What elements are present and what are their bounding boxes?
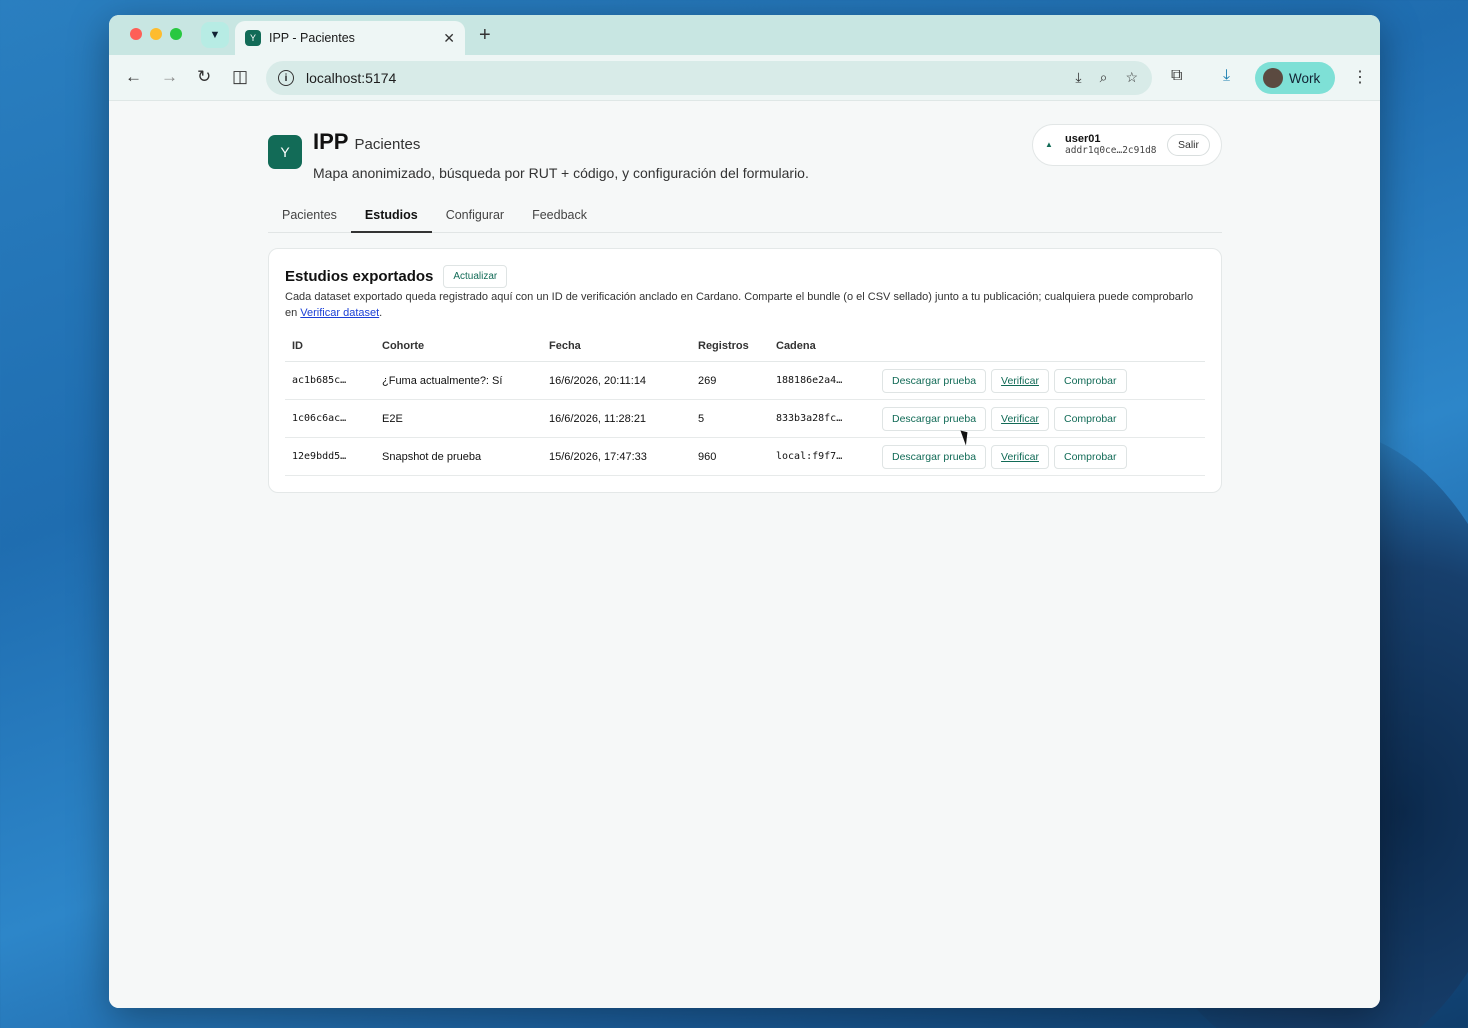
window-controls [130, 28, 182, 40]
tab-feedback[interactable]: Feedback [518, 205, 601, 233]
check-button[interactable]: Comprobar [1053, 368, 1127, 393]
cell-id: 12e9bdd5… [285, 437, 375, 476]
studies-table: ID Cohorte Fecha Registros Cadena ac1b68… [285, 335, 1205, 476]
cell-id: ac1b685c… [285, 361, 375, 400]
app-logo-icon: Y [268, 135, 302, 169]
tab-configurar[interactable]: Configurar [432, 205, 518, 233]
cell-actions: Descargar prueba Verificar Comprobar [875, 437, 1205, 476]
cell-chain: 188186e2a4… [769, 361, 875, 400]
cell-records: 269 [691, 361, 769, 400]
verify-dataset-link[interactable]: Verificar dataset [300, 307, 379, 319]
download-proof-button[interactable]: Descargar prueba [882, 406, 987, 431]
address-bar[interactable]: i localhost:5174 ⤓ ⌕ ☆ [266, 61, 1152, 95]
download-proof-button[interactable]: Descargar prueba [882, 444, 987, 469]
user-address: addr1q0ce…2c91d8 [1065, 145, 1157, 156]
user-info: user01 addr1q0ce…2c91d8 [1065, 133, 1167, 157]
tab-estudios[interactable]: Estudios [350, 205, 432, 233]
url-text[interactable]: localhost:5174 [306, 70, 396, 86]
brand: IPP Pacientes [313, 129, 420, 155]
profile-chip[interactable]: Work [1255, 62, 1335, 94]
tab-title: IPP - Pacientes [269, 31, 355, 45]
forward-arrow-icon[interactable]: → [161, 67, 178, 87]
user-name: user01 [1065, 133, 1101, 145]
site-favicon-icon: Y [245, 30, 261, 46]
main-tabs: Pacientes Estudios Configurar Feedback [268, 205, 1222, 233]
maximize-window-button[interactable] [170, 28, 182, 40]
zoom-icon[interactable]: ⌕ [1100, 69, 1108, 86]
downloads-icon[interactable]: ⤓ [1223, 67, 1230, 85]
column-header-date: Fecha [542, 335, 691, 362]
logout-button[interactable]: Salir [1166, 134, 1210, 156]
column-header-records: Registros [691, 335, 769, 362]
column-header-id: ID [285, 335, 375, 362]
cell-cohort: Snapshot de prueba [375, 437, 542, 476]
download-proof-button[interactable]: Descargar prueba [882, 368, 987, 393]
profile-avatar [1263, 68, 1283, 88]
browser-window: ▼ Y IPP - Pacientes ✕ + ← → ↻ ◫ i localh… [109, 15, 1380, 1008]
tab-close-icon[interactable]: ✕ [443, 30, 455, 47]
install-download-icon[interactable]: ⤓ [1075, 69, 1081, 86]
app-header: Y IPP Pacientes Mapa anonimizado, búsque… [268, 101, 1222, 211]
close-window-button[interactable] [130, 28, 142, 40]
cell-chain: 833b3a28fc… [769, 399, 875, 438]
reload-icon[interactable]: ↻ [197, 67, 211, 87]
browser-tab[interactable]: Y IPP - Pacientes ✕ [235, 21, 465, 55]
cell-actions: Descargar prueba Verificar Comprobar [875, 399, 1205, 438]
verify-button[interactable]: Verificar [991, 444, 1049, 469]
tab-search-chevron-down-icon[interactable]: ▼ [201, 22, 229, 48]
browser-toolbar: ← → ↻ ◫ i localhost:5174 ⤓ ⌕ ☆ ⧉ ⤓ Work … [109, 55, 1380, 101]
brand-subtitle: Pacientes [354, 136, 421, 153]
description-text: Cada dataset exportado queda registrado … [285, 291, 1194, 319]
studies-card: Estudios exportados Actualizar Cada data… [268, 248, 1222, 493]
page-content: Y IPP Pacientes Mapa anonimizado, búsque… [109, 101, 1380, 1008]
column-header-actions [875, 335, 1205, 362]
cell-id: 1c06c6ac… [285, 399, 375, 438]
cell-actions: Descargar prueba Verificar Comprobar [875, 361, 1205, 400]
back-arrow-icon[interactable]: ← [125, 67, 142, 87]
verify-button[interactable]: Verificar [991, 368, 1049, 393]
omnibox-actions: ⤓ ⌕ ☆ [1075, 69, 1138, 86]
table-row: ac1b685c… ¿Fuma actualmente?: Sí 16/6/20… [285, 361, 1205, 400]
tab-pacientes[interactable]: Pacientes [268, 205, 351, 233]
column-header-cohort: Cohorte [375, 335, 542, 362]
check-button[interactable]: Comprobar [1053, 406, 1127, 431]
table-row: 1c06c6ac… E2E 16/6/2026, 11:28:21 5 833b… [285, 399, 1205, 438]
user-card: ▲ user01 addr1q0ce…2c91d8 Salir [1032, 124, 1222, 166]
column-header-chain: Cadena [769, 335, 875, 362]
wallet-icon: ▲ [1045, 140, 1053, 149]
check-button[interactable]: Comprobar [1053, 444, 1127, 469]
app-container: Y IPP Pacientes Mapa anonimizado, búsque… [268, 101, 1222, 493]
table-row: 12e9bdd5… Snapshot de prueba 15/6/2026, … [285, 437, 1205, 476]
table-header-row: ID Cohorte Fecha Registros Cadena [285, 335, 1205, 362]
cell-date: 16/6/2026, 11:28:21 [542, 399, 691, 438]
bookmark-star-icon[interactable]: ☆ [1125, 69, 1138, 86]
verify-button[interactable]: Verificar [991, 406, 1049, 431]
studies-card-header: Estudios exportados Actualizar [285, 265, 508, 288]
studies-description: Cada dataset exportado queda registrado … [285, 289, 1205, 321]
cell-records: 5 [691, 399, 769, 438]
browser-tab-bar: ▼ Y IPP - Pacientes ✕ + [109, 15, 1380, 55]
site-info-icon[interactable]: i [278, 70, 294, 86]
profile-label: Work [1289, 70, 1321, 86]
studies-title: Estudios exportados [285, 268, 434, 285]
split-view-icon[interactable]: ◫ [232, 67, 248, 87]
page-tagline: Mapa anonimizado, búsqueda por RUT + cód… [313, 165, 809, 181]
refresh-button[interactable]: Actualizar [443, 265, 508, 288]
cell-cohort: ¿Fuma actualmente?: Sí [375, 361, 542, 400]
minimize-window-button[interactable] [150, 28, 162, 40]
cell-records: 960 [691, 437, 769, 476]
cell-date: 15/6/2026, 17:47:33 [542, 437, 691, 476]
description-end: . [379, 307, 383, 319]
cell-cohort: E2E [375, 399, 542, 438]
cell-date: 16/6/2026, 20:11:14 [542, 361, 691, 400]
extensions-puzzle-icon[interactable]: ⧉ [1171, 67, 1182, 85]
brand-name: IPP [313, 129, 349, 154]
cell-chain: local:f9f7… [769, 437, 875, 476]
browser-menu-icon[interactable]: ⋮ [1352, 67, 1368, 87]
new-tab-plus-icon[interactable]: + [479, 24, 491, 47]
